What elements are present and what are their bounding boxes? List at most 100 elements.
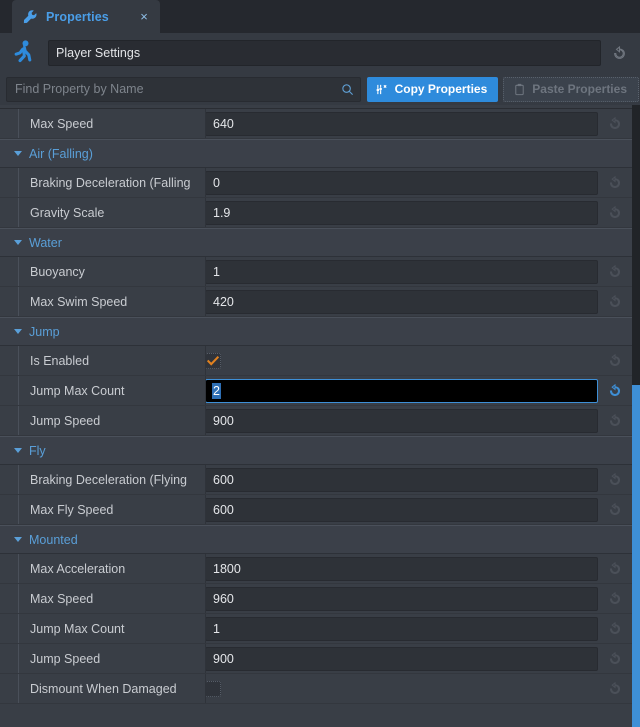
section-title: Mounted: [29, 533, 78, 547]
vertical-scrollbar[interactable]: [632, 105, 640, 727]
reset-arrow-icon[interactable]: [604, 410, 626, 432]
input-value: 1: [213, 265, 220, 279]
reset-arrow-icon[interactable]: [604, 172, 626, 194]
reset-arrow-icon[interactable]: [604, 678, 626, 700]
section-header-fly[interactable]: Fly: [0, 436, 632, 465]
column-divider: [205, 168, 206, 197]
input-max-acceleration[interactable]: 1800: [205, 557, 598, 581]
property-value-cell: 900: [205, 647, 632, 671]
property-label-max-swim-speed: Max Swim Speed: [0, 295, 205, 309]
input-jump-speed[interactable]: 900: [205, 409, 598, 433]
input-value: 1.9: [213, 206, 230, 220]
copy-properties-icon: [376, 83, 389, 96]
section-header-mounted[interactable]: Mounted: [0, 525, 632, 554]
property-label-is-enabled: Is Enabled: [0, 354, 205, 368]
property-row: Jump Max Count 1: [0, 614, 632, 644]
chevron-down-icon: [14, 537, 22, 542]
section-header-air-falling[interactable]: Air (Falling): [0, 139, 632, 168]
indent-rule: [18, 584, 19, 613]
column-divider: [205, 674, 206, 703]
input-jump-max-count[interactable]: 2: [205, 379, 598, 403]
property-row: Max Swim Speed 420: [0, 287, 632, 317]
property-label-jump-speed: Jump Speed: [0, 414, 205, 428]
paste-properties-button[interactable]: Paste Properties: [503, 77, 639, 102]
column-divider: [205, 346, 206, 375]
section-header-water[interactable]: Water: [0, 228, 632, 257]
reset-arrow-icon[interactable]: [604, 202, 626, 224]
indent-rule: [18, 109, 19, 138]
input-max-speed[interactable]: 960: [205, 587, 598, 611]
indent-rule: [18, 614, 19, 643]
indent-rule: [18, 644, 19, 673]
input-value: 420: [213, 295, 234, 309]
reset-arrow-icon[interactable]: [604, 499, 626, 521]
close-icon[interactable]: ×: [137, 10, 151, 24]
column-divider: [205, 376, 206, 405]
copy-properties-button[interactable]: Copy Properties: [367, 77, 499, 102]
reset-arrow-icon[interactable]: [604, 291, 626, 313]
search-input[interactable]: Find Property by Name: [6, 77, 361, 102]
property-row: Buoyancy1: [0, 257, 632, 287]
property-value-cell: 1800: [205, 557, 632, 581]
section-title: Jump: [29, 325, 60, 339]
column-divider: [205, 406, 206, 435]
reset-arrow-icon[interactable]: [604, 261, 626, 283]
property-value-cell: 1.9: [205, 201, 632, 225]
indent-rule: [18, 346, 19, 375]
reset-arrow-icon[interactable]: [604, 558, 626, 580]
input-buoyancy[interactable]: 1: [205, 260, 598, 284]
property-row: Is Enabled: [0, 346, 632, 376]
indent-rule: [18, 465, 19, 494]
reset-arrow-icon[interactable]: [604, 469, 626, 491]
properties-toolbar: Find Property by Name Copy Properties: [0, 73, 640, 105]
input-max-fly-speed[interactable]: 600: [205, 498, 598, 522]
input-braking-deceleration-flying[interactable]: 600: [205, 468, 598, 492]
checkbox-dismount-when-damaged[interactable]: [205, 681, 221, 697]
object-name-input[interactable]: Player Settings: [48, 40, 601, 66]
paste-properties-label: Paste Properties: [532, 82, 627, 96]
column-divider: [205, 584, 206, 613]
input-max-speed[interactable]: 640: [205, 112, 598, 136]
column-divider: [205, 465, 206, 494]
column-divider: [205, 614, 206, 643]
input-jump-speed[interactable]: 900: [205, 647, 598, 671]
property-label-jump-max-count: Jump Max Count: [0, 622, 205, 636]
input-value: 640: [213, 117, 234, 131]
property-value-cell: 1: [205, 617, 632, 641]
column-divider: [205, 554, 206, 583]
section-header-jump[interactable]: Jump: [0, 317, 632, 346]
input-value: 1: [213, 622, 220, 636]
checkbox-is-enabled[interactable]: [205, 353, 221, 369]
indent-rule: [18, 376, 19, 405]
reset-arrow-icon[interactable]: [604, 350, 626, 372]
input-value: 900: [213, 414, 234, 428]
input-value: 600: [213, 503, 234, 517]
reset-arrow-icon[interactable]: [604, 648, 626, 670]
input-jump-max-count[interactable]: 1: [205, 617, 598, 641]
tab-bar: Properties ×: [0, 0, 640, 33]
property-label-max-speed: Max Speed: [0, 117, 205, 131]
input-braking-deceleration-falling[interactable]: 0: [205, 171, 598, 195]
indent-rule: [18, 495, 19, 524]
input-value: 1800: [213, 562, 241, 576]
input-max-swim-speed[interactable]: 420: [205, 290, 598, 314]
properties-panel: Properties × Player Settings Find Proper…: [0, 0, 640, 727]
tab-properties[interactable]: Properties ×: [12, 0, 160, 33]
property-row: Jump Speed 900: [0, 406, 632, 436]
reset-arrow-icon[interactable]: [604, 113, 626, 135]
input-value: 900: [213, 652, 234, 666]
input-gravity-scale[interactable]: 1.9: [205, 201, 598, 225]
reset-arrow-icon[interactable]: [604, 380, 626, 402]
header-reset-arrow-icon[interactable]: [606, 40, 632, 66]
property-label-braking-deceleration-falling: Braking Deceleration (Falling: [0, 176, 205, 190]
check-icon: [207, 355, 219, 367]
reset-arrow-icon[interactable]: [604, 618, 626, 640]
reset-arrow-icon[interactable]: [604, 588, 626, 610]
property-label-dismount-when-damaged: Dismount When Damaged: [0, 682, 205, 696]
input-value: 960: [213, 592, 234, 606]
indent-rule: [18, 287, 19, 316]
scrollbar-thumb[interactable]: [632, 385, 640, 727]
wrench-gear-icon: [22, 9, 38, 25]
column-divider: [205, 644, 206, 673]
chevron-down-icon: [14, 151, 22, 156]
